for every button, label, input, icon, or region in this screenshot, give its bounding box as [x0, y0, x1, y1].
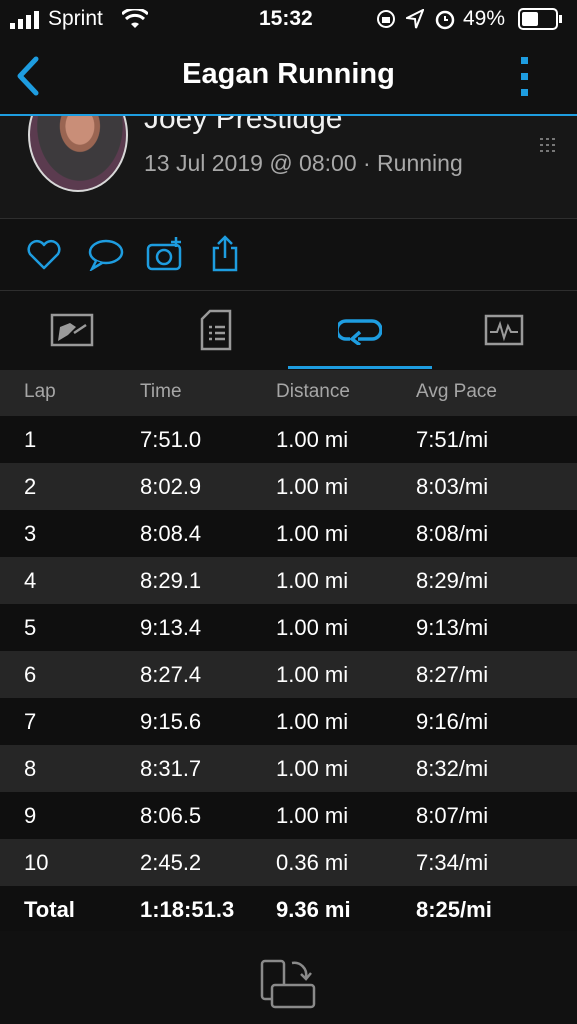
total-label: Total [24, 897, 75, 922]
lap-time: 2:45.2 [140, 850, 202, 875]
lap-time: 8:29.1 [140, 568, 202, 593]
lap-time: 8:02.9 [140, 474, 202, 499]
lap-pace: 8:03/mi [416, 474, 489, 499]
social-actions [0, 219, 577, 290]
lap-pace: 7:34/mi [416, 850, 489, 875]
lap-pace: 9:13/mi [416, 615, 489, 640]
total-row: Total 1:18:51.3 9.36 mi 8:25/mi [0, 886, 577, 933]
details-icon [200, 309, 232, 351]
lap-time: 9:15.6 [140, 709, 202, 734]
total-time: 1:18:51.3 [140, 897, 235, 922]
lap-time: 8:31.7 [140, 756, 202, 781]
lap-distance: 1.00 mi [276, 756, 349, 781]
rotation-lock-icon [377, 10, 395, 28]
lap-number: 5 [24, 615, 37, 640]
lap-time: 8:08.4 [140, 521, 202, 546]
activity-meta: 13 Jul 2019 @ 08:00 · Running [144, 150, 463, 176]
comment-icon[interactable] [86, 239, 124, 271]
wifi-icon [122, 9, 148, 28]
column-header-distance: Distance [276, 381, 350, 402]
column-header-time: Time [140, 381, 182, 402]
table-row[interactable]: 6 8:27.4 1.00 mi 8:27/mi [0, 651, 577, 698]
table-row[interactable]: 9 8:06.5 1.00 mi 8:07/mi [0, 792, 577, 839]
battery-icon [518, 8, 562, 30]
column-header-lap: Lap [24, 381, 56, 402]
table-row[interactable]: 1 7:51.0 1.00 mi 7:51/mi [0, 416, 577, 463]
alarm-icon [435, 10, 455, 30]
table-row[interactable]: 8 8:31.7 1.00 mi 8:32/mi [0, 745, 577, 792]
more-vertical-icon[interactable] [518, 56, 532, 98]
lap-number: 10 [24, 850, 49, 875]
lap-distance: 1.00 mi [276, 521, 349, 546]
share-icon[interactable] [210, 234, 240, 274]
activity-tabs [0, 291, 577, 369]
lap-distance: 1.00 mi [276, 474, 349, 499]
page-title: Eagan Running [182, 58, 395, 90]
lap-number: 7 [24, 709, 37, 734]
table-row[interactable]: 4 8:29.1 1.00 mi 8:29/mi [0, 557, 577, 604]
carrier-label: Sprint [48, 7, 103, 30]
table-row[interactable]: 7 9:15.6 1.00 mi 9:16/mi [0, 698, 577, 745]
total-pace: 8:25/mi [416, 897, 492, 922]
table-row[interactable]: 2 8:02.9 1.00 mi 8:03/mi [0, 463, 577, 510]
column-header-avg-pace: Avg Pace [416, 381, 497, 402]
lap-distance: 1.00 mi [276, 615, 349, 640]
nav-bar: Eagan Running [0, 40, 577, 115]
battery-percent: 49% [463, 7, 506, 30]
lap-distance: 0.36 mi [276, 850, 349, 875]
lap-number: 2 [24, 474, 37, 499]
lap-pace: 8:27/mi [416, 662, 489, 687]
lap-number: 6 [24, 662, 37, 687]
total-distance: 9.36 mi [276, 897, 351, 922]
lap-distance: 1.00 mi [276, 709, 349, 734]
lap-distance: 1.00 mi [276, 427, 349, 452]
lap-pace: 9:16/mi [416, 709, 489, 734]
lap-distance: 1.00 mi [276, 662, 349, 687]
tab-chart[interactable] [432, 291, 576, 369]
lap-time: 8:06.5 [140, 803, 202, 828]
user-name[interactable]: Joey Prestidge [144, 116, 342, 136]
lap-pace: 8:07/mi [416, 803, 489, 828]
laps-icon [338, 319, 382, 345]
activity-header: Joey Prestidge 13 Jul 2019 @ 08:00 · Run… [0, 116, 577, 218]
lap-pace: 8:08/mi [416, 521, 489, 546]
active-tab-indicator [288, 366, 432, 369]
tab-laps[interactable] [288, 291, 432, 369]
lap-time: 9:13.4 [140, 615, 202, 640]
laps-table-header: Lap Time Distance Avg Pace [0, 370, 577, 416]
avatar[interactable] [28, 116, 128, 192]
lap-distance: 1.00 mi [276, 568, 349, 593]
table-row[interactable]: 10 2:45.2 0.36 mi 7:34/mi [0, 839, 577, 886]
rotate-device-icon[interactable] [258, 957, 320, 1013]
lap-number: 8 [24, 756, 37, 781]
add-photo-icon[interactable] [146, 235, 186, 273]
bottom-bar [0, 931, 577, 1024]
tab-details[interactable] [144, 291, 288, 369]
location-icon [406, 9, 424, 29]
lap-time: 8:27.4 [140, 662, 202, 687]
lap-pace: 8:29/mi [416, 568, 489, 593]
lap-distance: 1.00 mi [276, 803, 349, 828]
lap-number: 4 [24, 568, 37, 593]
lap-pace: 8:32/mi [416, 756, 489, 781]
table-row[interactable]: 3 8:08.4 1.00 mi 8:08/mi [0, 510, 577, 557]
lap-time: 7:51.0 [140, 427, 202, 452]
chart-icon [484, 314, 524, 346]
options-icon[interactable] [538, 136, 560, 154]
heart-icon[interactable] [26, 239, 62, 271]
stats-icon [50, 313, 94, 347]
tab-stats[interactable] [0, 291, 144, 369]
clock: 15:32 [259, 7, 313, 30]
table-row[interactable]: 5 9:13.4 1.00 mi 9:13/mi [0, 604, 577, 651]
signal-icon [10, 11, 39, 29]
status-bar: Sprint 15:32 49% [0, 0, 577, 40]
lap-number: 1 [24, 427, 37, 452]
lap-pace: 7:51/mi [416, 427, 489, 452]
lap-number: 9 [24, 803, 37, 828]
lap-number: 3 [24, 521, 37, 546]
